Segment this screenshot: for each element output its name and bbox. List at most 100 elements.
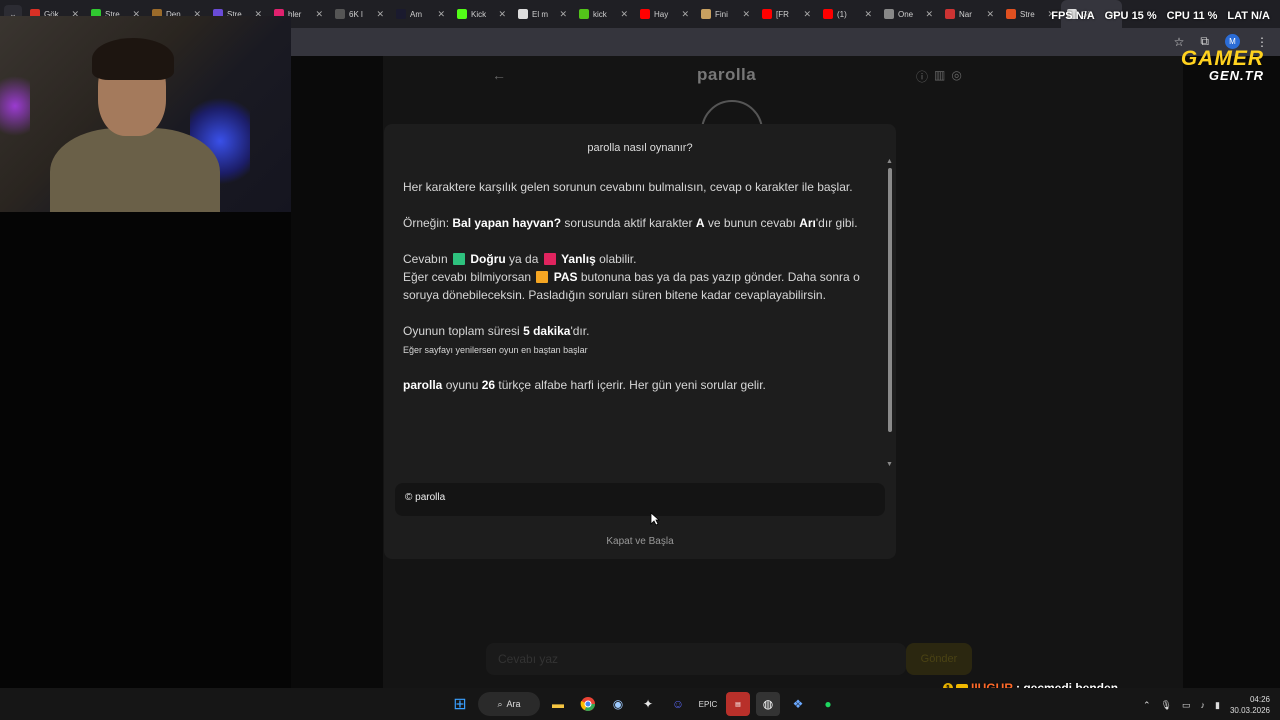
tab-close-icon[interactable]: ✕ [803, 9, 811, 20]
wrong-label: Yanlış [561, 252, 596, 266]
tab-close-icon[interactable]: ✕ [437, 9, 445, 20]
tab-title: kick [593, 9, 607, 19]
tab-title: 6K l [349, 9, 363, 19]
logo-line-1: GAMER [1180, 47, 1264, 70]
page-top-icons: ⓘ ▥ ◎ [916, 68, 962, 85]
pass-prefix: Eğer cevabı bilmiyorsan [403, 270, 535, 284]
letter-count: 26 [481, 378, 496, 392]
network-icon[interactable]: ▭ [1182, 700, 1191, 711]
webcam-purple-light [0, 66, 30, 146]
scrollbar-thumb[interactable] [888, 168, 892, 432]
browser-tab[interactable]: El m ✕ [512, 0, 573, 28]
user-icon[interactable]: ◎ [951, 68, 961, 85]
how-to-play-modal: parolla nasıl oynanır? Her karaktere kar… [384, 124, 896, 559]
tab-close-icon[interactable]: ✕ [376, 9, 384, 20]
network-app-icon[interactable]: ❖ [786, 692, 810, 716]
tab-favicon-icon [396, 9, 406, 19]
modal-scrollbar[interactable]: ▲ ▼ [886, 158, 894, 470]
pass-square-icon [536, 271, 549, 283]
taskbar-search[interactable]: ⌕ Ara [478, 692, 540, 716]
webcam-overlay [0, 16, 291, 212]
scroll-down-icon[interactable]: ▼ [886, 461, 893, 468]
answer-input[interactable]: Cevabı yaz [486, 643, 906, 675]
copyright-bar: © parolla [395, 483, 885, 516]
example-question: Bal yapan hayvan? [452, 216, 562, 230]
tab-favicon-icon [701, 9, 711, 19]
submit-button[interactable]: Gönder [906, 643, 972, 675]
back-arrow-icon[interactable]: ← [492, 67, 506, 83]
discord-icon[interactable]: ☺ [666, 692, 690, 716]
cpu-readout: CPU 11 % [1166, 10, 1218, 22]
tab-close-icon[interactable]: ✕ [986, 9, 994, 20]
scroll-up-icon[interactable]: ▲ [886, 158, 893, 165]
tab-close-icon[interactable]: ✕ [559, 9, 567, 20]
windows-start-icon[interactable]: ⊞ [448, 692, 472, 716]
browser-tab[interactable]: (1) ✕ [817, 0, 878, 28]
tab-title: Nar [959, 9, 972, 19]
tab-favicon-icon [1006, 9, 1016, 19]
modal-title: parolla nasıl oynanır? [587, 142, 693, 154]
example-text: sorusunda aktif karakter [561, 216, 696, 230]
tab-close-icon[interactable]: ✕ [864, 9, 872, 20]
example-prefix: Örneğin: [403, 216, 453, 230]
tab-title: Kick [471, 9, 487, 19]
tab-favicon-icon [640, 9, 650, 19]
browser-tab[interactable]: [FR ✕ [756, 0, 817, 28]
close-and-start-button[interactable]: Kapat ve Başla [384, 536, 896, 547]
browser-tab[interactable]: Kick ✕ [451, 0, 512, 28]
microphone-icon[interactable]: 🎙 [1161, 700, 1172, 711]
tab-close-icon[interactable]: ✕ [925, 9, 933, 20]
browser-tab[interactable]: Hay ✕ [634, 0, 695, 28]
browser-tab[interactable]: kick ✕ [573, 0, 634, 28]
tray-chevron-icon[interactable]: ⌃ [1143, 700, 1151, 711]
file-explorer-icon[interactable]: ▬ [546, 692, 570, 716]
refresh-warning: Eğer sayfayı yenilersen oyun en baştan b… [403, 345, 588, 355]
tab-title: Fini [715, 9, 728, 19]
tab-close-icon[interactable]: ✕ [498, 9, 506, 20]
tab-close-icon[interactable]: ✕ [681, 9, 689, 20]
system-tray: ⌃ 🎙 ▭ ♪ ▮ 04:26 30.03.2026 [1143, 694, 1270, 716]
epic-games-icon[interactable]: EPIC [696, 692, 720, 716]
tab-favicon-icon [945, 9, 955, 19]
tab-close-icon[interactable]: ✕ [742, 9, 750, 20]
tab-title: Stre [1020, 9, 1035, 19]
tab-favicon-icon [335, 9, 345, 19]
video-app-icon[interactable]: ▤ [726, 692, 750, 716]
search-icon: ⌕ [497, 698, 503, 709]
chrome-active-icon[interactable]: ◍ [756, 692, 780, 716]
clock-date: 30.03.2026 [1229, 706, 1270, 715]
browser-tab[interactable]: Fini ✕ [695, 0, 756, 28]
correct-square-icon [453, 253, 466, 265]
browser-tab[interactable]: 6K l ✕ [329, 0, 390, 28]
duration-prefix: Oyunun toplam süresi [403, 324, 524, 338]
game-text: oyunu [442, 378, 482, 392]
example-text-2: ve bunun cevabı [704, 216, 800, 230]
example-answer: Arı [799, 216, 816, 230]
tab-close-icon[interactable]: ✕ [315, 9, 323, 20]
steam-icon[interactable]: ◉ [606, 692, 630, 716]
gamergen-logo: GAMER GEN.TR [1181, 48, 1264, 82]
tab-title: bler [288, 9, 302, 19]
alphabet-text: türkçe alfabe harfi içerir. Her gün yeni… [495, 378, 766, 392]
info-icon[interactable]: ⓘ [916, 68, 928, 85]
webcam-person-body [50, 128, 220, 212]
stats-icon[interactable]: ▥ [934, 68, 945, 85]
browser-tab[interactable]: Am ✕ [390, 0, 451, 28]
page-brand: parolla [697, 65, 757, 84]
latency-readout: LAT N/A [1227, 10, 1270, 22]
tab-title: One [898, 9, 914, 19]
taskbar-apps: ⊞ ⌕ Ara ▬ ◉ ✦ ☺ EPIC ▤ ◍ ❖ ● [448, 692, 840, 716]
tab-close-icon[interactable]: ✕ [620, 9, 628, 20]
system-clock[interactable]: 04:26 30.03.2026 [1230, 694, 1270, 716]
spotify-icon[interactable]: ● [816, 692, 840, 716]
battery-icon[interactable]: ▮ [1215, 700, 1220, 711]
rule-paragraph-2: Örneğin: Bal yapan hayvan? sorusunda akt… [403, 214, 869, 232]
tab-title: (1) [837, 9, 847, 19]
browser-tab[interactable]: One ✕ [878, 0, 939, 28]
volume-icon[interactable]: ♪ [1201, 700, 1206, 710]
chrome-icon[interactable] [576, 692, 600, 716]
browser-tab[interactable]: Nar ✕ [939, 0, 1000, 28]
game-app-icon[interactable]: ✦ [636, 692, 660, 716]
mouse-cursor-icon [650, 512, 660, 526]
tab-title: Hay [654, 9, 669, 19]
